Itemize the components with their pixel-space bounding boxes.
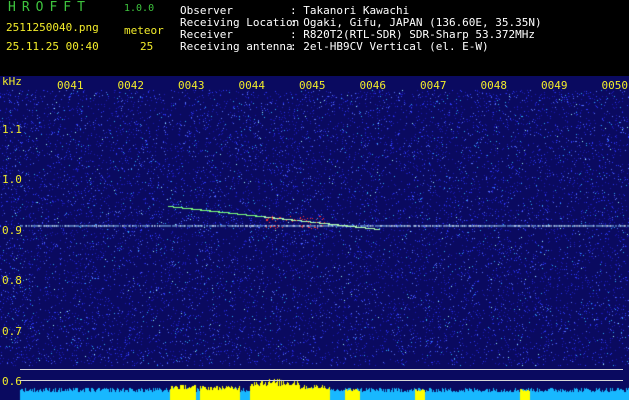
- antenna-label: Receiving antenna: [180, 40, 293, 53]
- time-label: 0044: [238, 79, 266, 92]
- level-guide-line: [20, 369, 623, 370]
- freq-label: 0.6: [2, 375, 22, 388]
- time-label: 0041: [57, 79, 84, 92]
- time-label: 0048: [480, 79, 508, 92]
- time-label: 0046: [359, 79, 387, 92]
- freq-label: 1.0: [2, 173, 22, 186]
- time-label: 0043: [178, 79, 205, 92]
- time-label: 0049: [541, 79, 568, 92]
- axis-unit-label: kHz: [2, 75, 22, 88]
- freq-label: 0.8: [2, 274, 22, 287]
- time-label: 0042: [117, 79, 145, 92]
- time-label: 0050: [601, 79, 629, 92]
- app-version: 1.0.0: [124, 3, 155, 14]
- time-label: 0047: [420, 79, 447, 92]
- antenna-value: : 2el-HB9CV Vertical (el. E-W): [290, 40, 489, 53]
- spectrogram-canvas: [0, 76, 629, 400]
- level-guide-line: [20, 380, 623, 381]
- meteor-count: 25: [140, 40, 154, 53]
- date-time: 25.11.25 00:40: [6, 40, 99, 53]
- freq-label: 0.9: [2, 223, 22, 237]
- freq-label: 0.7: [2, 324, 22, 338]
- time-label: 0045: [299, 79, 326, 92]
- meteor-label: meteor: [124, 24, 164, 37]
- file-name: 2511250040.png: [6, 21, 99, 34]
- freq-label: 1.1: [2, 122, 22, 136]
- header-panel: HROFFT 1.0.0 2511250040.png 25.11.25 00:…: [0, 0, 629, 76]
- app-title: HROFFT: [8, 0, 91, 15]
